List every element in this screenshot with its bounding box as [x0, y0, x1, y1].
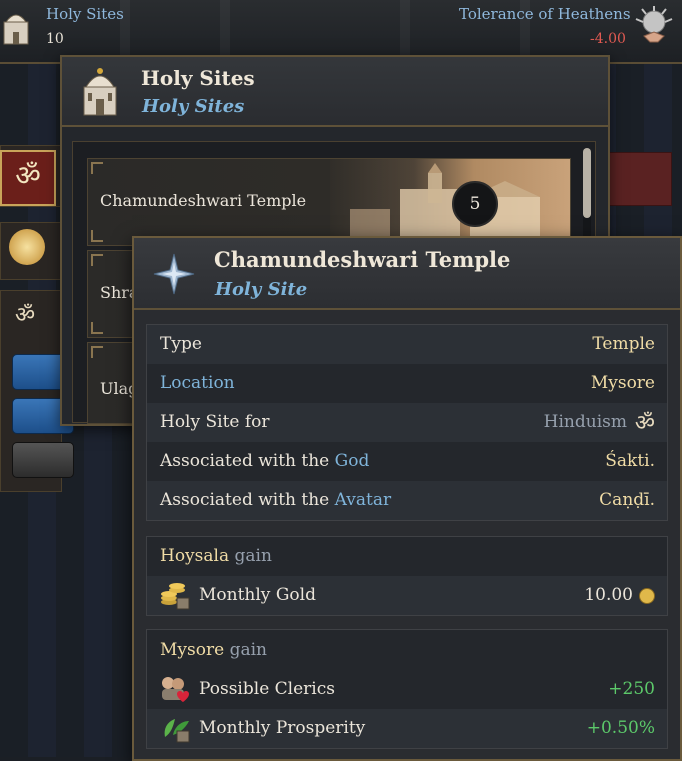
gain-label: Possible Clerics [199, 679, 335, 699]
prosperity-icon [164, 719, 190, 743]
temple-illustration [330, 159, 570, 245]
possible-clerics-row: Possible Clerics +250 [147, 670, 667, 709]
holy-sites-top-icon[interactable] [0, 6, 32, 46]
temple-icon [83, 68, 117, 116]
tooltip-title: Chamundeshwari Temple [214, 247, 511, 272]
holy-site-count-badge: 5 [452, 181, 498, 227]
location-value[interactable]: Mysore [591, 373, 655, 393]
side-dark-button[interactable] [12, 442, 74, 478]
tolerance-label: Tolerance of Heathens [459, 5, 631, 23]
om-icon: ॐ [634, 411, 655, 436]
holy-site-for-label: Holy Site for [160, 412, 270, 432]
compass-star-icon [153, 253, 195, 295]
temple-illustration-art [350, 163, 540, 245]
gain-value: +250 [608, 679, 655, 699]
tooltip-header: Chamundeshwari Temple Holy Site [134, 238, 680, 310]
gain-value: +0.50% [586, 718, 655, 738]
info-row-avatar: Associated with the Avatar Caṇḍī. [147, 481, 667, 520]
holy-site-row-chamundeshwari[interactable]: Chamundeshwari Temple [87, 158, 571, 246]
row-corner-ornament [91, 162, 103, 174]
holy-sites-label: Holy Sites [46, 5, 124, 23]
type-value: Temple [592, 334, 655, 354]
info-row-god: Associated with the God Śakti. [147, 442, 667, 481]
mysore-gain-heading: Mysore gain [160, 640, 267, 660]
info-row-holy-site-for: Holy Site for Hinduism ॐ [147, 403, 667, 442]
monthly-gold-row: Monthly Gold 10.00 [147, 576, 667, 615]
om-small-icon: ॐ [15, 303, 36, 328]
avatar-label: Associated with the Avatar [160, 490, 391, 510]
location-label[interactable]: Location [160, 373, 235, 393]
hoysala-gain-box: Hoysala gain Monthly Gold 10.00 [146, 536, 668, 616]
avatar-prefix: Associated with the [160, 490, 335, 510]
holy-site-info-table: Type Temple Location Mysore Holy Site fo… [146, 324, 668, 521]
row-corner-ornament [91, 322, 103, 334]
holy-sites-window-subtitle: Holy Sites [142, 96, 245, 117]
tolerance-handshake-icon[interactable] [634, 6, 674, 46]
mysore-gain-box: Mysore gain Possible Clerics +250 Monthl… [146, 629, 668, 749]
god-prefix: Associated with the [160, 451, 335, 471]
holy-site-tooltip: Chamundeshwari Temple Holy Site Type Tem… [132, 236, 682, 761]
gain-suffix: gain [234, 546, 272, 566]
holy-sites-count: 10 [46, 31, 64, 47]
row-corner-ornament [91, 254, 103, 266]
gain-owner[interactable]: Hoysala [160, 546, 229, 566]
religion-value[interactable]: Hinduism [544, 412, 627, 432]
om-icon: ॐ [15, 159, 41, 192]
clerics-icon [162, 677, 189, 702]
bar-column [220, 0, 230, 60]
gain-value: 10.00 [584, 585, 633, 605]
info-row-type: Type Temple [147, 325, 667, 364]
gold-coins-icon [161, 583, 190, 610]
avatar-link[interactable]: Avatar [335, 490, 391, 510]
god-link[interactable]: God [335, 451, 370, 471]
monthly-prosperity-row: Monthly Prosperity +0.50% [147, 709, 667, 748]
gold-coin-icon [639, 588, 655, 604]
gain-suffix: gain [229, 640, 267, 660]
holy-sites-window-title: Holy Sites [141, 66, 255, 90]
god-value: Śakti. [605, 451, 655, 471]
info-row-location: Location Mysore [147, 364, 667, 403]
sun-deity-icon[interactable] [9, 229, 45, 265]
holy-site-row-label: Chamundeshwari Temple [100, 191, 307, 210]
deity-panel [0, 222, 62, 280]
avatar-value: Caṇḍī. [599, 490, 655, 510]
gain-owner[interactable]: Mysore [160, 640, 224, 660]
god-label: Associated with the God [160, 451, 369, 471]
bg-red-panel [606, 152, 672, 206]
gain-label: Monthly Gold [199, 585, 316, 605]
om-button[interactable]: ॐ [0, 150, 56, 206]
hoysala-gain-heading: Hoysala gain [160, 546, 272, 566]
gain-label: Monthly Prosperity [199, 718, 366, 738]
type-label: Type [160, 334, 202, 354]
bar-column [400, 0, 410, 60]
row-corner-ornament [91, 346, 103, 358]
list-scrollbar-thumb[interactable] [583, 148, 591, 218]
tooltip-subtitle: Holy Site [215, 279, 308, 300]
row-corner-ornament [91, 230, 103, 242]
tolerance-value: -4.00 [590, 31, 626, 47]
holy-sites-window-header: Holy Sites Holy Sites [62, 57, 608, 127]
